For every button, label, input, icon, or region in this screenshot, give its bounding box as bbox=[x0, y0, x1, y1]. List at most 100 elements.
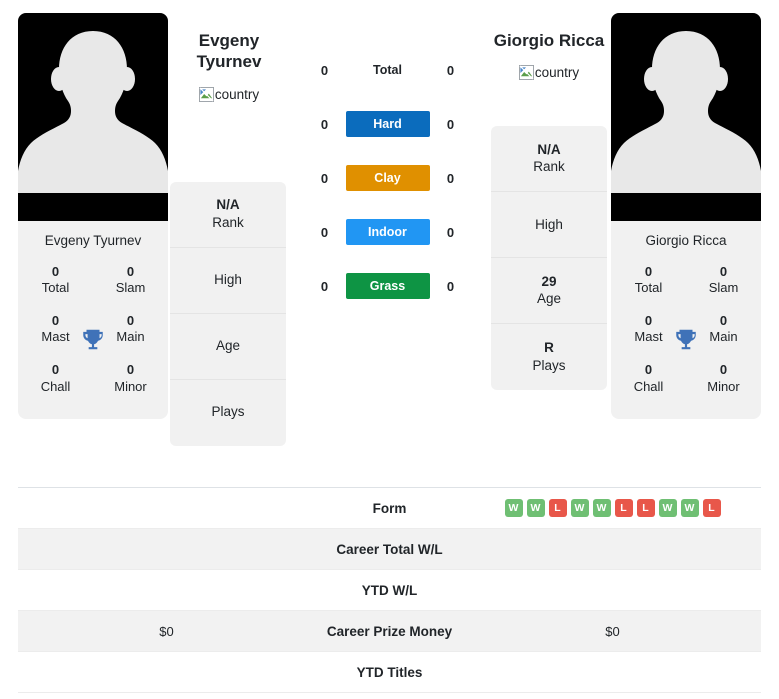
surface-left-value: 0 bbox=[320, 62, 329, 78]
table-row-label: Form bbox=[372, 500, 407, 516]
info-label: Rank bbox=[212, 214, 244, 230]
info-label: Plays bbox=[211, 404, 245, 420]
form-badge-win: W bbox=[570, 499, 589, 517]
player-name-col-left: Evgeny Tyurnev country N/A Rank High Age… bbox=[170, 0, 288, 446]
title-stat-slam-right: 0 Slam bbox=[686, 258, 761, 307]
form-badge-loss: L bbox=[548, 499, 567, 517]
title-stat-value: 0 bbox=[126, 362, 135, 378]
player-name-left: Evgeny Tyurnev bbox=[170, 30, 288, 73]
titles-grid-left: 0 Total 0 Slam 0 Mast 0 Main 0 Chall 0 M… bbox=[18, 258, 168, 419]
table-row-label: Career Total W/L bbox=[336, 541, 443, 557]
table-row-ytd-titles: YTD Titles bbox=[18, 652, 761, 693]
table-row-label: YTD Titles bbox=[356, 664, 423, 680]
player-photo-caption-right: Giorgio Ricca bbox=[645, 233, 727, 248]
country-alt-text: country bbox=[214, 86, 260, 102]
table-cell-left: $0 bbox=[159, 623, 174, 639]
title-stat-value: 0 bbox=[51, 362, 60, 378]
form-badge-loss: L bbox=[636, 499, 655, 517]
table-row-career-total-wl: Career Total W/L bbox=[18, 529, 761, 570]
comparison-header: Evgeny Tyurnev 0 Total 0 Slam 0 Mast 0 M… bbox=[0, 0, 779, 478]
surface-label-hard: Hard bbox=[345, 111, 430, 137]
player-photo-caption-left: Evgeny Tyurnev bbox=[44, 233, 142, 248]
broken-image-icon bbox=[518, 65, 534, 81]
avatar-silhouette-icon bbox=[18, 31, 168, 193]
country-alt-text: country bbox=[534, 65, 580, 81]
table-row-form: Form WWLWWLLWWL bbox=[18, 488, 761, 529]
title-stat-total-right: 0 Total bbox=[611, 258, 686, 307]
surface-label-clay: Clay bbox=[345, 165, 430, 191]
title-stat-total-left: 0 Total bbox=[18, 258, 93, 307]
info-label: Age bbox=[215, 337, 241, 353]
form-badge-win: W bbox=[658, 499, 677, 517]
info-row-plays-left: Plays bbox=[170, 380, 286, 446]
player-photo-left bbox=[18, 13, 168, 221]
table-row-ytd-wl: YTD W/L bbox=[18, 570, 761, 611]
form-badge-win: W bbox=[526, 499, 545, 517]
broken-image-icon bbox=[198, 86, 214, 102]
title-stat-chall-right: 0 Chall bbox=[611, 356, 686, 405]
surface-right-value: 0 bbox=[446, 116, 455, 132]
title-stat-label: Slam bbox=[708, 280, 739, 296]
player-name-line2: Tyurnev bbox=[196, 52, 262, 72]
country-flag-right: country bbox=[518, 65, 580, 81]
title-stat-label: Total bbox=[634, 280, 663, 296]
player-name-col-right: Giorgio Ricca country N/A Rank High 29 A… bbox=[487, 0, 611, 391]
title-stat-minor-right: 0 Minor bbox=[686, 356, 761, 405]
trophy-icon bbox=[83, 329, 103, 349]
surface-right-value: 0 bbox=[446, 224, 455, 240]
surface-right-value: 0 bbox=[446, 278, 455, 294]
table-row-career-prize-money: $0 Career Prize Money $0 bbox=[18, 611, 761, 652]
trophy-icon bbox=[676, 329, 696, 349]
info-value: 29 bbox=[541, 273, 557, 289]
surface-row-indoor: 0 Indoor 0 bbox=[288, 219, 487, 245]
player-info-card-left: N/A Rank High Age Plays bbox=[170, 181, 286, 446]
info-label: Plays bbox=[532, 357, 566, 373]
title-stat-value: 0 bbox=[719, 362, 728, 378]
form-badge-win: W bbox=[504, 499, 523, 517]
comparison-stats-table: Form WWLWWLLWWL Career Total W/L YTD W/L… bbox=[18, 487, 761, 693]
info-row-rank-right: N/A Rank bbox=[491, 126, 607, 193]
surface-right-value: 0 bbox=[446, 62, 455, 78]
title-stat-minor-left: 0 Minor bbox=[93, 356, 168, 405]
title-stat-chall-left: 0 Chall bbox=[18, 356, 93, 405]
player-photo-right bbox=[611, 13, 761, 221]
info-row-rank-left: N/A Rank bbox=[170, 182, 286, 248]
player-name-line1: Evgeny bbox=[198, 31, 260, 50]
table-cell-right: $0 bbox=[605, 623, 620, 639]
surface-row-clay: 0 Clay 0 bbox=[288, 165, 487, 191]
title-stat-label: Total bbox=[41, 280, 70, 296]
surface-row-total: 0 Total 0 bbox=[288, 57, 487, 83]
form-badge-loss: L bbox=[702, 499, 721, 517]
surface-label-grass: Grass bbox=[345, 273, 430, 299]
surface-label-indoor: Indoor bbox=[345, 219, 430, 245]
surface-left-value: 0 bbox=[320, 116, 329, 132]
surface-titles-column: 0 Total 0 0 Hard 0 0 Clay 0 0 Indoor 0 0 bbox=[288, 0, 487, 299]
title-stat-value: 0 bbox=[644, 264, 653, 279]
title-stat-value: 0 bbox=[644, 362, 653, 378]
player-comparison-page: Evgeny Tyurnev 0 Total 0 Slam 0 Mast 0 M… bbox=[0, 0, 779, 699]
info-label: Age bbox=[536, 291, 562, 307]
surface-right-value: 0 bbox=[446, 170, 455, 186]
title-stat-label: Chall bbox=[40, 378, 71, 394]
title-stat-label: Chall bbox=[633, 378, 664, 394]
title-stat-value: 0 bbox=[126, 264, 135, 279]
player-photo-card-left: Evgeny Tyurnev 0 Total 0 Slam 0 Mast 0 M… bbox=[18, 13, 168, 420]
player-info-card-right: N/A Rank High 29 Age R Plays bbox=[491, 126, 607, 391]
table-row-label: Career Prize Money bbox=[326, 623, 453, 639]
form-badge-loss: L bbox=[614, 499, 633, 517]
table-cell-right: WWLWWLLWWL bbox=[464, 499, 761, 517]
title-stat-value: 0 bbox=[51, 264, 60, 279]
player-name-right: Giorgio Ricca bbox=[493, 31, 605, 50]
title-stat-label: Minor bbox=[707, 378, 740, 394]
title-stat-slam-left: 0 Slam bbox=[93, 258, 168, 307]
info-row-plays-right: R Plays bbox=[491, 324, 607, 390]
title-stat-value: 0 bbox=[719, 264, 728, 279]
surface-left-value: 0 bbox=[320, 224, 329, 240]
title-stat-label: Slam bbox=[115, 280, 146, 296]
table-row-label: YTD W/L bbox=[361, 582, 418, 598]
country-flag-left: country bbox=[198, 86, 260, 102]
info-label: Rank bbox=[533, 159, 565, 175]
info-row-high-left: High bbox=[170, 248, 286, 314]
surface-left-value: 0 bbox=[320, 170, 329, 186]
info-value: R bbox=[544, 340, 554, 356]
